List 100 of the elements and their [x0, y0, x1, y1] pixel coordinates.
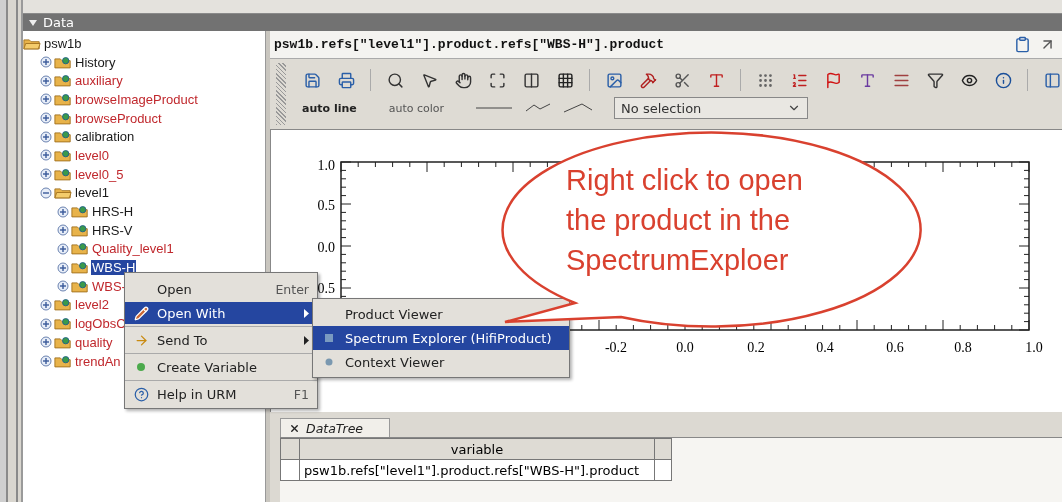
folder-icon — [71, 279, 89, 293]
grid-icon[interactable] — [555, 70, 575, 90]
zigzag-line-icon[interactable] — [526, 103, 551, 113]
tree-item[interactable]: Quality_level1 — [91, 241, 175, 257]
tree-item[interactable]: browseProduct — [74, 110, 163, 126]
expand-icon[interactable] — [40, 317, 52, 330]
dot-icon — [325, 358, 333, 366]
angled-line-icon[interactable] — [564, 103, 593, 113]
tree-item[interactable]: trendAn — [74, 353, 122, 369]
hammer-icon[interactable] — [638, 70, 658, 90]
folder-icon — [71, 242, 89, 256]
folder-icon — [54, 148, 72, 162]
tree-item[interactable]: History — [74, 54, 117, 70]
folder-icon — [54, 55, 72, 69]
save-icon[interactable] — [302, 70, 322, 90]
table-cell: psw1b.refs["level1"].product.refs["WBS-H"].product — [299, 459, 655, 481]
expand-icon[interactable] — [40, 56, 52, 69]
expand-icon[interactable] — [57, 280, 69, 293]
x-tick-label: 1.0 — [1025, 340, 1043, 355]
folder-icon — [54, 74, 72, 88]
collapse-icon[interactable] — [29, 18, 37, 27]
expand-icon[interactable] — [40, 355, 52, 368]
color-mode[interactable]: auto color — [388, 101, 445, 115]
line-mode[interactable]: auto line — [302, 101, 357, 115]
menu-item[interactable]: Spectrum Explorer (HifiProduct) — [313, 326, 569, 350]
frame-icon[interactable] — [487, 70, 507, 90]
expand-icon[interactable] — [57, 205, 69, 218]
expand-icon[interactable] — [40, 130, 52, 143]
tree-item[interactable]: HRS-H — [91, 204, 135, 220]
expand-icon[interactable] — [57, 242, 69, 255]
folder-icon — [54, 186, 72, 200]
columns-icon[interactable] — [521, 70, 541, 90]
folder-icon — [54, 354, 72, 368]
tree-item[interactable]: level0_5 — [74, 166, 125, 182]
menu-item[interactable]: Help in URM F1 — [125, 383, 317, 405]
shortcut-label: Enter — [275, 281, 309, 297]
square-icon — [325, 334, 333, 342]
tree-item[interactable]: HRS-V — [91, 222, 134, 238]
tree-item[interactable]: quality — [74, 334, 114, 350]
expand-icon[interactable] — [40, 298, 52, 311]
expand-icon[interactable] — [40, 336, 52, 349]
panel-header[interactable]: Data — [23, 14, 1062, 31]
folder-icon — [54, 92, 72, 106]
product-path: psw1b.refs["level1"].product.refs["WBS-H"].product — [274, 37, 665, 52]
info-icon[interactable] — [993, 70, 1013, 90]
shortcut-label: F1 — [293, 386, 309, 402]
expand-icon[interactable] — [40, 74, 52, 87]
expand-icon[interactable] — [40, 112, 52, 125]
x-tick-label: -0.2 — [604, 340, 628, 355]
panel-icon[interactable] — [1042, 70, 1062, 90]
expand-icon[interactable] — [40, 168, 52, 181]
y-tick-label: 0.0 — [317, 240, 335, 255]
tree-item[interactable]: calibration — [74, 129, 136, 145]
menu-item[interactable]: Open Enter — [125, 276, 317, 302]
dot-icon — [136, 362, 146, 372]
expand-icon[interactable] — [40, 93, 52, 106]
arrow-icon — [133, 332, 149, 348]
print-icon[interactable] — [336, 70, 356, 90]
hand-icon[interactable] — [453, 70, 473, 90]
folder-icon — [54, 335, 72, 349]
folder-icon — [71, 205, 89, 219]
toolbar-grip[interactable] — [276, 63, 286, 125]
tree-item[interactable]: level1 — [74, 185, 110, 201]
tree-item[interactable]: WBS- — [91, 278, 127, 294]
folder-icon — [71, 223, 89, 237]
y-tick-label: 0.5 — [317, 281, 335, 296]
folder-icon — [54, 130, 72, 144]
tree-item[interactable]: WBS-H — [91, 260, 137, 276]
scissors-icon[interactable] — [672, 70, 692, 90]
collapse-icon[interactable] — [40, 186, 52, 199]
help-icon — [133, 386, 149, 402]
edit-icon — [133, 305, 149, 321]
folder-icon — [71, 261, 89, 275]
tree-item[interactable]: level2 — [74, 297, 110, 313]
folder-icon — [54, 167, 72, 181]
tree-item[interactable]: psw1b — [43, 35, 83, 51]
close-icon[interactable] — [289, 422, 300, 434]
tree-item[interactable]: browseImageProduct — [74, 91, 199, 107]
expand-icon[interactable] — [40, 149, 52, 162]
x-tick-label: 0.0 — [676, 340, 694, 355]
x-tick-label: 0.4 — [816, 340, 834, 355]
callout-text: Right click to open the product in the SpectrumExploer — [566, 163, 803, 278]
tree-item[interactable]: logObsC — [74, 316, 127, 332]
tree-item[interactable]: level0 — [74, 147, 110, 163]
x-tick-label: 0.2 — [747, 340, 765, 355]
y-tick-label: 0.5 — [317, 198, 335, 213]
column-header[interactable]: variable — [299, 438, 655, 460]
folder-icon — [54, 317, 72, 331]
search-icon[interactable] — [385, 70, 405, 90]
tree-item[interactable]: auxiliary — [74, 73, 124, 89]
expand-icon[interactable] — [57, 224, 69, 237]
selection-dropdown[interactable]: No selection — [614, 97, 809, 119]
image-icon[interactable] — [604, 70, 624, 90]
tab[interactable]: DataTree — [280, 418, 390, 437]
expand-icon[interactable] — [57, 261, 69, 274]
x-tick-label: 0.8 — [954, 340, 972, 355]
clipboard-icon[interactable] — [1014, 36, 1031, 53]
folder-icon — [54, 298, 72, 312]
filter-icon[interactable] — [925, 70, 945, 90]
tab-label[interactable]: DataTree — [306, 420, 364, 436]
